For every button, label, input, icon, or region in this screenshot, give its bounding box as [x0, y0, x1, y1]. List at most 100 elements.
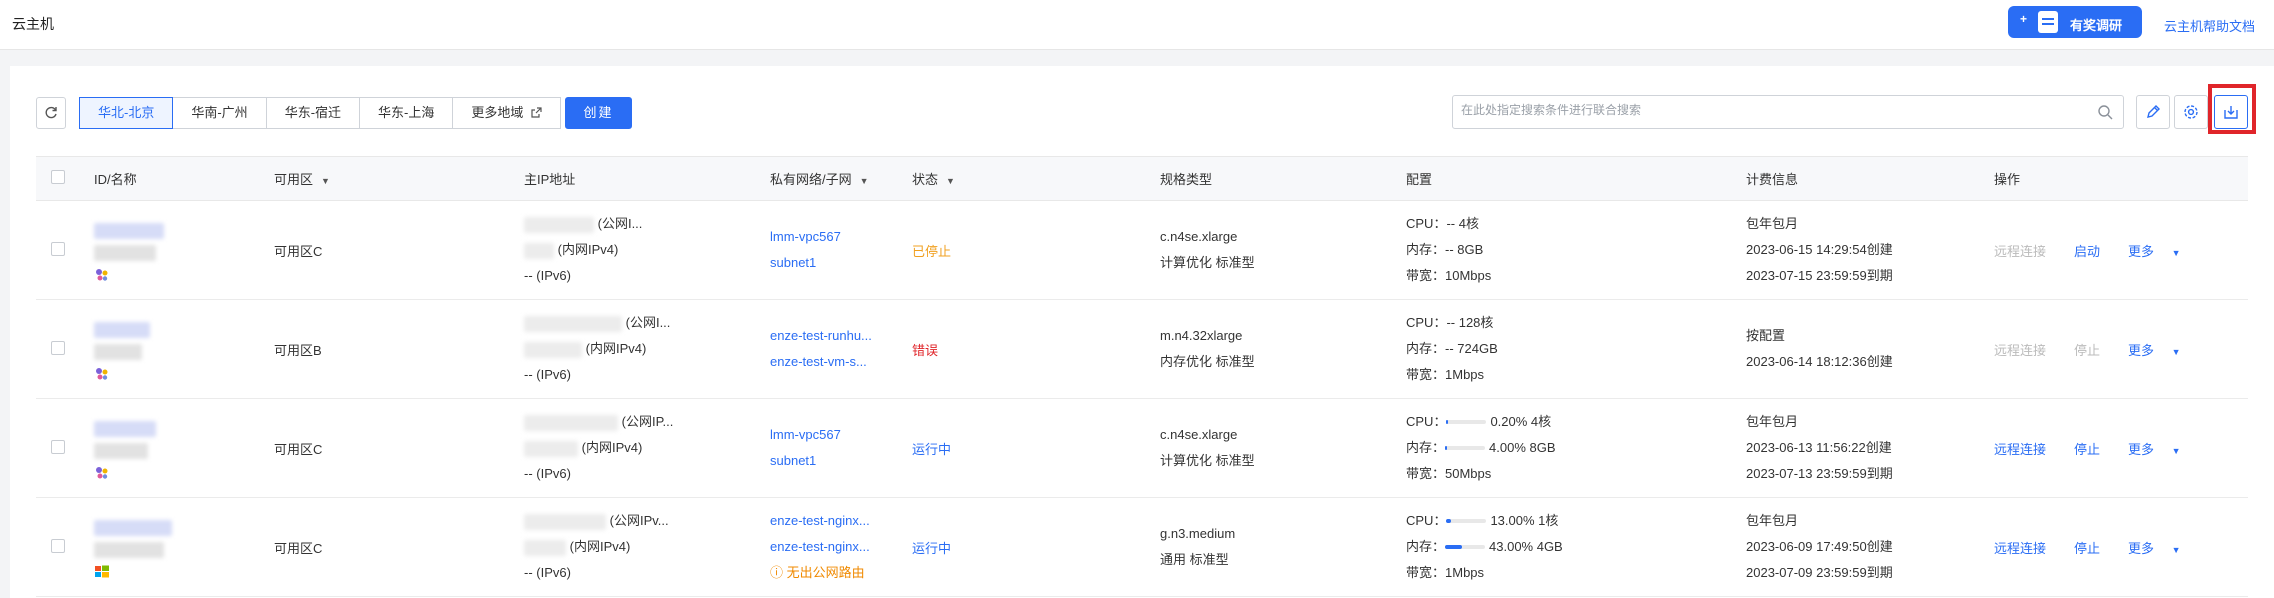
- public-ip[interactable]: (公网I...: [524, 211, 770, 237]
- more-actions-button[interactable]: 更多 ▼: [2128, 343, 2195, 358]
- status-badge: 运行中: [912, 398, 1160, 498]
- az-cell: 可用区C: [274, 497, 524, 597]
- vpc-link[interactable]: lmm-vpc567: [770, 224, 912, 250]
- chevron-down-icon: ▼: [2171, 445, 2181, 456]
- stop-button[interactable]: 停止: [2074, 343, 2114, 358]
- cpu-value: 0.20% 4核: [1490, 414, 1552, 429]
- more-actions-button[interactable]: 更多 ▼: [2128, 244, 2195, 259]
- create-button[interactable]: 创建: [565, 97, 632, 129]
- instance-panel: 华北-北京 华南-广州 华东-宿迁 华东-上海 更多地域 创建 ID/名称 可用…: [10, 66, 2274, 598]
- ipv6: -- (IPv6): [524, 565, 571, 580]
- mem-value: 4.00% 8GB: [1489, 440, 1556, 455]
- table-header-row: ID/名称 可用区 ▼ 主IP地址 私有网络/子网 ▼ 状态 ▼ 规格类型 配置 计费…: [36, 156, 2248, 201]
- more-actions-button[interactable]: 更多 ▼: [2128, 442, 2195, 457]
- instance-id[interactable]: [94, 217, 274, 239]
- search-icon[interactable]: [2097, 104, 2113, 120]
- az-cell: 可用区C: [274, 200, 524, 300]
- row-checkbox[interactable]: [51, 538, 65, 553]
- col-az[interactable]: 可用区 ▼: [274, 156, 524, 201]
- instance-id[interactable]: [94, 316, 274, 338]
- billing-created: 2023-06-15 14:29:54创建: [1746, 242, 1893, 257]
- cpu-label: CPU：: [1406, 513, 1447, 528]
- bw-value: 50Mbps: [1445, 466, 1492, 481]
- more-actions-button-label: 更多: [2128, 540, 2155, 556]
- mem-value: -- 724GB: [1445, 341, 1498, 356]
- start-button-label: 启动: [2074, 243, 2101, 259]
- row-checkbox[interactable]: [51, 340, 65, 355]
- page-title: 云主机: [12, 16, 54, 32]
- survey-button[interactable]: + 有奖调研: [2008, 6, 2142, 38]
- remote-connect-button[interactable]: 远程连接: [1994, 541, 2060, 556]
- stop-button[interactable]: 停止: [2074, 541, 2114, 556]
- refresh-button[interactable]: [36, 97, 66, 129]
- col-status[interactable]: 状态 ▼: [912, 156, 1160, 201]
- private-ip[interactable]: (内网IPv4): [524, 237, 770, 263]
- public-ip[interactable]: (公网IPv...: [524, 508, 770, 534]
- region-tab-beijing[interactable]: 华北-北京: [79, 97, 174, 129]
- billing-created: 2023-06-14 18:12:36创建: [1746, 354, 1893, 369]
- vpc-link[interactable]: enze-test-nginx...: [770, 508, 912, 534]
- cpu-config: CPU：-- 128核: [1406, 310, 1746, 336]
- billing-expire: 2023-07-09 23:59:59到期: [1746, 565, 1893, 580]
- remote-connect-button-label: 远程连接: [1994, 441, 2047, 457]
- status-badge: 运行中: [912, 497, 1160, 597]
- subnet-link[interactable]: subnet1: [770, 250, 912, 276]
- more-regions-label: 更多地域: [471, 105, 524, 120]
- edit-tags-button[interactable]: [2136, 95, 2170, 129]
- table-row: 可用区C (公网IPv... (内网IPv4) -- (IPv6) enze-tes…: [36, 497, 2248, 597]
- top-bar: 云主机 + 有奖调研 云主机帮助文档: [0, 0, 2274, 50]
- region-tab-guangzhou[interactable]: 华南-广州: [172, 97, 267, 129]
- spec-family: 计算优化 标准型: [1160, 255, 1255, 270]
- filter-down-icon: ▼: [946, 176, 955, 186]
- private-ip[interactable]: (内网IPv4): [524, 336, 770, 362]
- remote-connect-button[interactable]: 远程连接: [1994, 244, 2060, 259]
- instance-id[interactable]: [94, 514, 274, 536]
- external-link-icon: [531, 107, 542, 118]
- ipv6: -- (IPv6): [524, 466, 571, 481]
- instance-id[interactable]: [94, 415, 274, 437]
- select-all-checkbox[interactable]: [51, 170, 65, 184]
- stop-button[interactable]: 停止: [2074, 442, 2114, 457]
- remote-connect-button[interactable]: 远程连接: [1994, 442, 2060, 457]
- vpc-link[interactable]: enze-test-runhu...: [770, 323, 912, 349]
- status-badge: 错误: [912, 299, 1160, 399]
- bw-config: 带宽：50Mbps: [1406, 461, 1746, 487]
- subnet-link[interactable]: enze-test-nginx...: [770, 534, 912, 560]
- bw-label: 带宽：: [1406, 268, 1446, 283]
- col-ops: 操作: [1994, 156, 2248, 201]
- instance-name: [94, 437, 274, 459]
- private-ip[interactable]: (内网IPv4): [524, 534, 770, 560]
- more-actions-button[interactable]: 更多 ▼: [2128, 541, 2195, 556]
- col-vpc-label: 私有网络/子网: [770, 172, 852, 187]
- settings-button[interactable]: [2174, 95, 2208, 129]
- vpc-link[interactable]: lmm-vpc567: [770, 422, 912, 448]
- private-ip-label: (内网IPv4): [585, 341, 647, 356]
- private-ip-label: (内网IPv4): [569, 539, 631, 554]
- col-spec: 规格类型: [1160, 156, 1406, 201]
- public-ip[interactable]: (公网IP...: [524, 409, 770, 435]
- subnet-link[interactable]: enze-test-vm-s...: [770, 349, 912, 375]
- search-input[interactable]: [1461, 103, 2081, 117]
- row-checkbox[interactable]: [51, 241, 65, 256]
- public-ip[interactable]: (公网I...: [524, 310, 770, 336]
- cpu-value: -- 128核: [1446, 315, 1494, 330]
- help-doc-link[interactable]: 云主机帮助文档: [2164, 16, 2255, 35]
- mem-config: 内存：-- 724GB: [1406, 336, 1746, 362]
- table-row: 可用区C (公网IP... (内网IPv4) -- (IPv6) lmm-vpc56…: [36, 398, 2248, 498]
- row-checkbox[interactable]: [51, 439, 65, 454]
- cpu-value: -- 4核: [1446, 216, 1479, 231]
- remote-connect-button[interactable]: 远程连接: [1994, 343, 2060, 358]
- mem-label: 内存：: [1406, 242, 1446, 257]
- spec-name: c.n4se.xlarge: [1160, 229, 1238, 244]
- bw-value: 1Mbps: [1445, 565, 1485, 580]
- public-ip-label: (公网I...: [625, 315, 671, 330]
- usage-fill: [1446, 518, 1452, 523]
- start-button[interactable]: 启动: [2074, 244, 2114, 259]
- col-vpc[interactable]: 私有网络/子网 ▼: [770, 156, 912, 201]
- private-ip[interactable]: (内网IPv4): [524, 435, 770, 461]
- billing-type: 包年包月: [1746, 216, 1799, 231]
- region-tab-shanghai[interactable]: 华东-上海: [359, 97, 454, 129]
- subnet-link[interactable]: subnet1: [770, 448, 912, 474]
- region-tab-suqian[interactable]: 华东-宿迁: [265, 97, 361, 129]
- region-tab-more[interactable]: 更多地域: [452, 97, 562, 129]
